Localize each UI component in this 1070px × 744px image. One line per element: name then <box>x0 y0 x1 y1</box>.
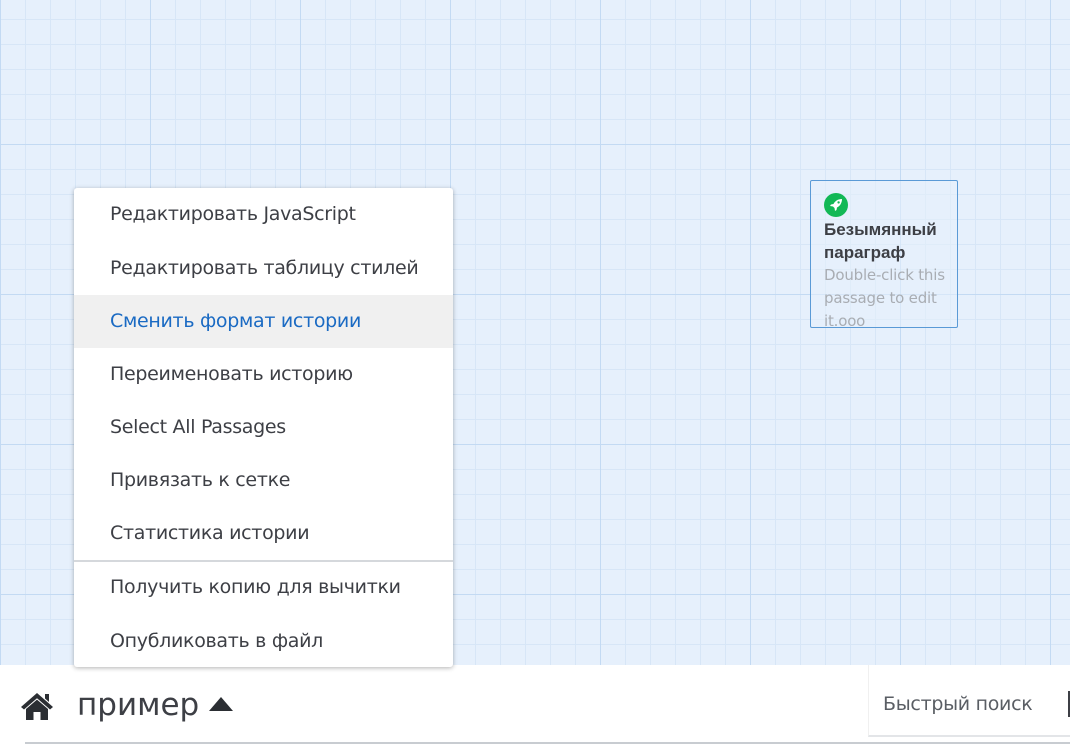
home-button[interactable] <box>20 691 54 721</box>
story-toolbar: пример <box>0 665 1070 744</box>
menu-item-publish-to-file[interactable]: Опубликовать в файл <box>74 615 453 668</box>
menu-item-edit-javascript[interactable]: Редактировать JavaScript <box>74 188 453 242</box>
menu-item-change-story-format[interactable]: Сменить формат истории <box>74 295 453 348</box>
caret-up-icon <box>209 696 234 711</box>
passage-excerpt: Double-click this passage to edit it.ооо <box>824 266 945 328</box>
quick-search-input[interactable] <box>881 689 1055 719</box>
passage-title: Безымянный параграф <box>824 220 937 262</box>
menu-item-proofing-copy[interactable]: Получить копию для вычитки <box>74 562 453 615</box>
menu-item-story-statistics[interactable]: Статистика истории <box>74 507 453 560</box>
story-title-button[interactable]: пример <box>77 683 234 727</box>
menu-item-rename-story[interactable]: Переименовать историю <box>74 348 453 401</box>
menu-item-select-all-passages[interactable]: Select All Passages <box>74 401 453 454</box>
rocket-icon <box>824 193 848 217</box>
story-menu: Редактировать JavaScript Редактировать т… <box>74 188 453 667</box>
passage-card[interactable]: Безымянный параграф Double-click this pa… <box>810 180 958 328</box>
story-title: пример <box>77 687 200 723</box>
home-icon <box>21 693 53 720</box>
quick-search-box[interactable] <box>868 665 1070 737</box>
menu-item-snap-to-grid[interactable]: Привязать к сетке <box>74 454 453 507</box>
menu-item-edit-stylesheet[interactable]: Редактировать таблицу стилей <box>74 242 453 295</box>
